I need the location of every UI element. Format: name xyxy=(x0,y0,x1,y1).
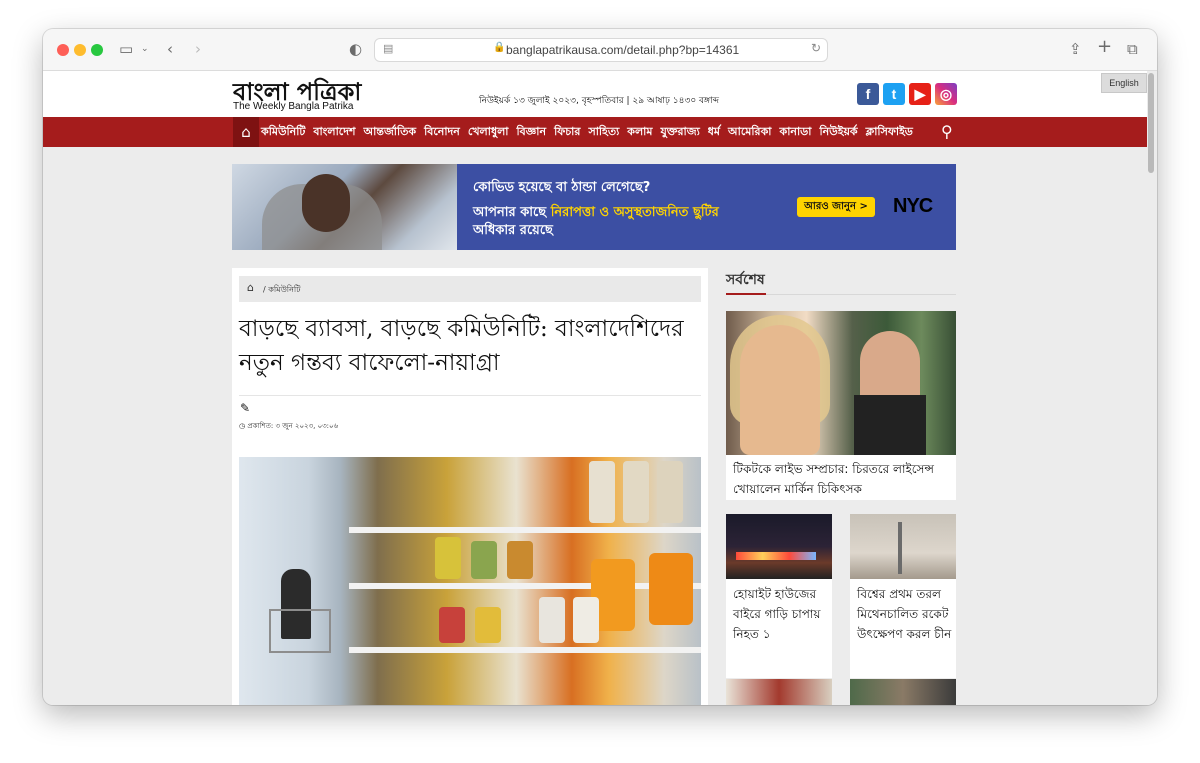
news-card[interactable]: বিশ্বের প্রথম তরল মিথেনচালিত রকেট উৎক্ষে… xyxy=(850,514,956,678)
page-viewport: বাংলা পত্রিকা The Weekly Bangla Patrika … xyxy=(43,71,1157,705)
nav-item[interactable]: বাংলাদেশ xyxy=(313,123,355,142)
article-headline: বাড়ছে ব্যাবসা, বাড়ছে কমিউনিটি: বাংলাদে… xyxy=(239,316,684,376)
news-card[interactable]: হোয়াইট হাউজের বাইরে গাড়ি চাপায় নিহত ১ xyxy=(726,514,832,678)
nav-item[interactable]: আমেরিকা xyxy=(728,123,771,142)
url-text[interactable]: banglapatrikausa.com/detail.php?bp=14361 xyxy=(506,43,739,57)
home-icon[interactable]: ⌂ xyxy=(247,281,254,294)
chevron-down-icon[interactable]: ⌄ xyxy=(141,39,149,59)
breadcrumb: ⌂ / কমিউনিটি xyxy=(239,276,701,302)
news-thumbnail[interactable] xyxy=(726,679,832,705)
nav-item[interactable]: বিনোদন xyxy=(424,123,460,142)
browser-toolbar: ▭ ⌄ ‹ › ◐ ▤ 🔒 banglapatrikausa.com/detai… xyxy=(43,29,1157,71)
tabs-icon[interactable]: ⧉ xyxy=(1127,39,1138,59)
close-window-button[interactable] xyxy=(57,44,69,56)
ad-banner[interactable]: কোভিড হয়েছে বা ঠান্ডা লেগেছে? আপনার কাছ… xyxy=(232,164,956,250)
published-date: ◷ প্রকাশিত: ৩ জুন ২০২৩, ০৩:০৬ xyxy=(239,420,338,432)
forward-icon[interactable]: › xyxy=(195,39,201,59)
banner-line-1-text: আপনার কাছে xyxy=(473,205,551,220)
news-thumbnail[interactable] xyxy=(850,679,956,705)
sidebar-latest: সর্বশেষ টিকটকে লাইভ সম্প্রচার: চিরতরে লা… xyxy=(726,268,956,705)
instagram-icon[interactable]: ◎ xyxy=(935,83,957,105)
nav-item[interactable]: কমিউনিটি xyxy=(261,123,305,142)
article-image xyxy=(239,457,701,705)
nav-item[interactable]: যুক্তরাজ্য xyxy=(660,123,699,142)
youtube-icon[interactable]: ▶ xyxy=(909,83,931,105)
article: ⌂ / কমিউনিটি বাড়ছে ব্যাবসা, বাড়ছে কমিউ… xyxy=(232,268,708,705)
scrollbar[interactable] xyxy=(1148,73,1154,173)
back-icon[interactable]: ‹ xyxy=(167,39,173,59)
featured-news-title[interactable]: টিকটকে লাইভ সম্প্রচার: চিরতরে লাইসেন্স খ… xyxy=(733,459,953,499)
breadcrumb-category[interactable]: / কমিউনিটি xyxy=(263,284,301,297)
featured-news-card[interactable]: টিকটকে লাইভ সম্প্রচার: চিরতরে লাইসেন্স খ… xyxy=(726,311,956,500)
nav-item[interactable]: সাহিত্য xyxy=(588,123,619,142)
home-icon[interactable]: ⌂ xyxy=(233,117,259,147)
dateline: নিউইয়র্ক ১৩ জুলাই ২০২৩, বৃহস্পতিবার | ২… xyxy=(479,96,719,106)
published-text: প্রকাশিত: ৩ জুন ২০২৩, ০৩:০৬ xyxy=(247,422,339,430)
nyc-logo: NYC xyxy=(893,195,933,217)
share-icon[interactable]: ⇪ xyxy=(1069,39,1082,59)
news-card-image[interactable] xyxy=(726,514,832,579)
twitter-icon[interactable]: t xyxy=(883,83,905,105)
nav-item[interactable]: ফিচার xyxy=(554,123,580,142)
divider xyxy=(239,395,701,396)
learn-more-button[interactable]: আরও জানুন > xyxy=(797,197,875,217)
english-language-button[interactable]: English xyxy=(1101,73,1147,93)
featured-news-image[interactable] xyxy=(726,311,956,455)
nav-item[interactable]: ক্লাসিফাইড xyxy=(866,123,913,142)
new-tab-icon[interactable]: + xyxy=(1097,37,1112,57)
zoom-window-button[interactable] xyxy=(91,44,103,56)
news-card-image[interactable] xyxy=(850,514,956,579)
site-header: বাংলা পত্রিকা The Weekly Bangla Patrika … xyxy=(43,71,1147,117)
banner-highlight: নিরাপত্তা ও অসুস্থতাজনিত ছুটির xyxy=(550,205,719,220)
news-card-title[interactable]: হোয়াইট হাউজের বাইরে গাড়ি চাপায় নিহত ১ xyxy=(733,584,829,644)
nav-item[interactable]: নিউইয়র্ক xyxy=(819,123,857,142)
search-icon[interactable]: ⚲ xyxy=(941,122,953,141)
reload-icon[interactable]: ↻ xyxy=(811,41,821,55)
pen-icon: ✎ xyxy=(240,401,251,415)
lock-icon: 🔒 xyxy=(493,42,506,53)
nav-item[interactable]: খেলাধুলা xyxy=(468,123,509,142)
title-accent xyxy=(726,293,766,295)
banner-line-2: অধিকার রয়েছে xyxy=(473,223,553,238)
nav-item[interactable]: কলাম xyxy=(627,123,652,142)
facebook-icon[interactable]: f xyxy=(857,83,879,105)
address-bar[interactable]: ▤ 🔒 banglapatrikausa.com/detail.php?bp=1… xyxy=(374,38,828,62)
nav-items: কমিউনিটি বাংলাদেশ আন্তর্জাতিক বিনোদন খেল… xyxy=(261,117,921,147)
sidebar-title: সর্বশেষ xyxy=(726,272,765,288)
nav-item[interactable]: আন্তর্জাতিক xyxy=(364,123,417,142)
nav-item[interactable]: কানাডা xyxy=(780,123,812,142)
shield-icon[interactable]: ◐ xyxy=(349,39,362,59)
browser-window: ▭ ⌄ ‹ › ◐ ▤ 🔒 banglapatrikausa.com/detai… xyxy=(43,29,1157,705)
nav-item[interactable]: বিজ্ঞান xyxy=(517,123,547,142)
reader-icon[interactable]: ▤ xyxy=(383,42,393,55)
main-nav: ⌂ কমিউনিটি বাংলাদেশ আন্তর্জাতিক বিনোদন খ… xyxy=(43,117,1147,147)
site-logo-subtitle: The Weekly Bangla Patrika xyxy=(233,101,354,112)
sidebar-icon[interactable]: ▭ xyxy=(119,39,133,59)
nav-item[interactable]: ধর্ম xyxy=(708,123,720,142)
banner-photo xyxy=(232,164,457,250)
minimize-window-button[interactable] xyxy=(74,44,86,56)
banner-question: কোভিড হয়েছে বা ঠান্ডা লেগেছে? xyxy=(473,180,651,195)
news-card-title[interactable]: বিশ্বের প্রথম তরল মিথেনচালিত রকেট উৎক্ষে… xyxy=(857,584,953,644)
